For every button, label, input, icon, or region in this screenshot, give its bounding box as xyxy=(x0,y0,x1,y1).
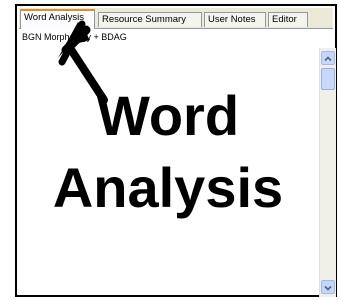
chevron-down-icon xyxy=(324,285,332,291)
scroll-down-button[interactable] xyxy=(321,280,335,294)
analysis-text: Analysis xyxy=(52,156,284,219)
up-left-arrow-icon xyxy=(58,20,108,104)
tab-user-notes[interactable]: User Notes xyxy=(204,12,266,27)
scroll-up-button[interactable] xyxy=(321,51,335,65)
chevron-up-icon xyxy=(324,56,332,62)
scroll-thumb[interactable] xyxy=(321,68,335,90)
tab-editor[interactable]: Editor xyxy=(268,12,308,27)
vertical-scrollbar[interactable] xyxy=(319,48,336,297)
